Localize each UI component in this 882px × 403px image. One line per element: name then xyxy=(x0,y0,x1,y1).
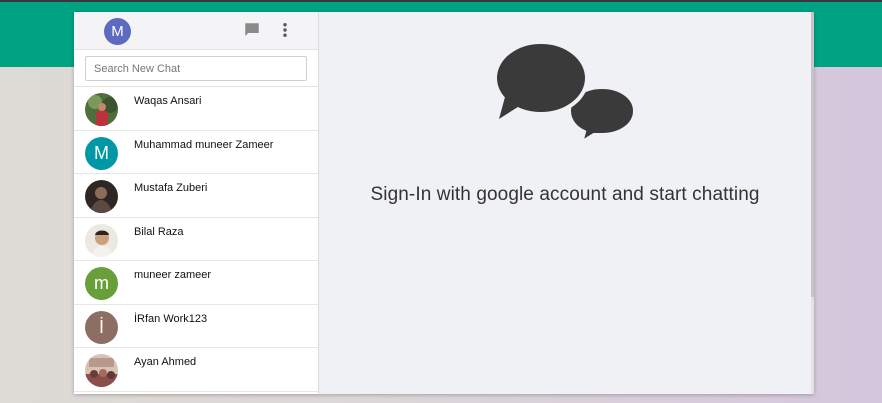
search-input[interactable] xyxy=(85,56,307,81)
contact-avatar: m xyxy=(85,267,118,300)
user-avatar[interactable]: M xyxy=(104,18,131,45)
contact-name: Waqas Ansari xyxy=(134,95,202,107)
contact-item[interactable]: Mustafa Zuberi xyxy=(74,174,318,218)
contact-name: İRfan Work123 xyxy=(134,312,208,325)
contact-item[interactable]: Ayan Ahmed xyxy=(74,348,318,392)
contact-name: Ayan Ahmed xyxy=(134,356,197,368)
contact-item[interactable]: M Muhammad muneer Zameer xyxy=(74,130,318,174)
contact-list: Waqas Ansari M Muhammad muneer Zameer Mu… xyxy=(74,87,318,394)
contact-name: Bilal Raza xyxy=(134,225,184,238)
contact-item[interactable]: Bilal Raza xyxy=(74,217,318,261)
contact-avatar: M xyxy=(85,136,118,170)
search-bar xyxy=(74,50,318,87)
contact-avatar xyxy=(85,93,118,126)
sidebar: M Search New Chat Waqas Ansari M Muhamma… xyxy=(74,12,319,394)
more-vert-icon[interactable] xyxy=(280,21,290,44)
chat-app-window: M Search New Chat Waqas Ansari M Muhamma… xyxy=(74,12,814,394)
sidebar-header: M xyxy=(74,12,318,50)
new-chat-icon[interactable] xyxy=(243,21,261,44)
contact-avatar: İ xyxy=(85,310,118,344)
contact-item[interactable]: m muneer zameer xyxy=(74,261,318,305)
main-panel: Sign-In with google account and start ch… xyxy=(319,12,814,394)
contact-item[interactable]: Waqas Ansari xyxy=(74,87,318,131)
contact-avatar xyxy=(85,180,118,213)
contact-item[interactable]: İ İRfan Work123 xyxy=(74,304,318,348)
scrollbar[interactable] xyxy=(811,12,814,297)
sign-in-message: Sign-In with google account and start ch… xyxy=(370,184,760,205)
chat-bubbles-icon xyxy=(493,40,638,160)
contact-name: Muhammad muneer Zameer xyxy=(134,138,274,151)
contact-avatar xyxy=(85,354,118,387)
contact-name: muneer zameer xyxy=(134,269,212,281)
contact-avatar xyxy=(85,223,118,257)
contact-name: Mustafa Zuberi xyxy=(134,182,208,194)
